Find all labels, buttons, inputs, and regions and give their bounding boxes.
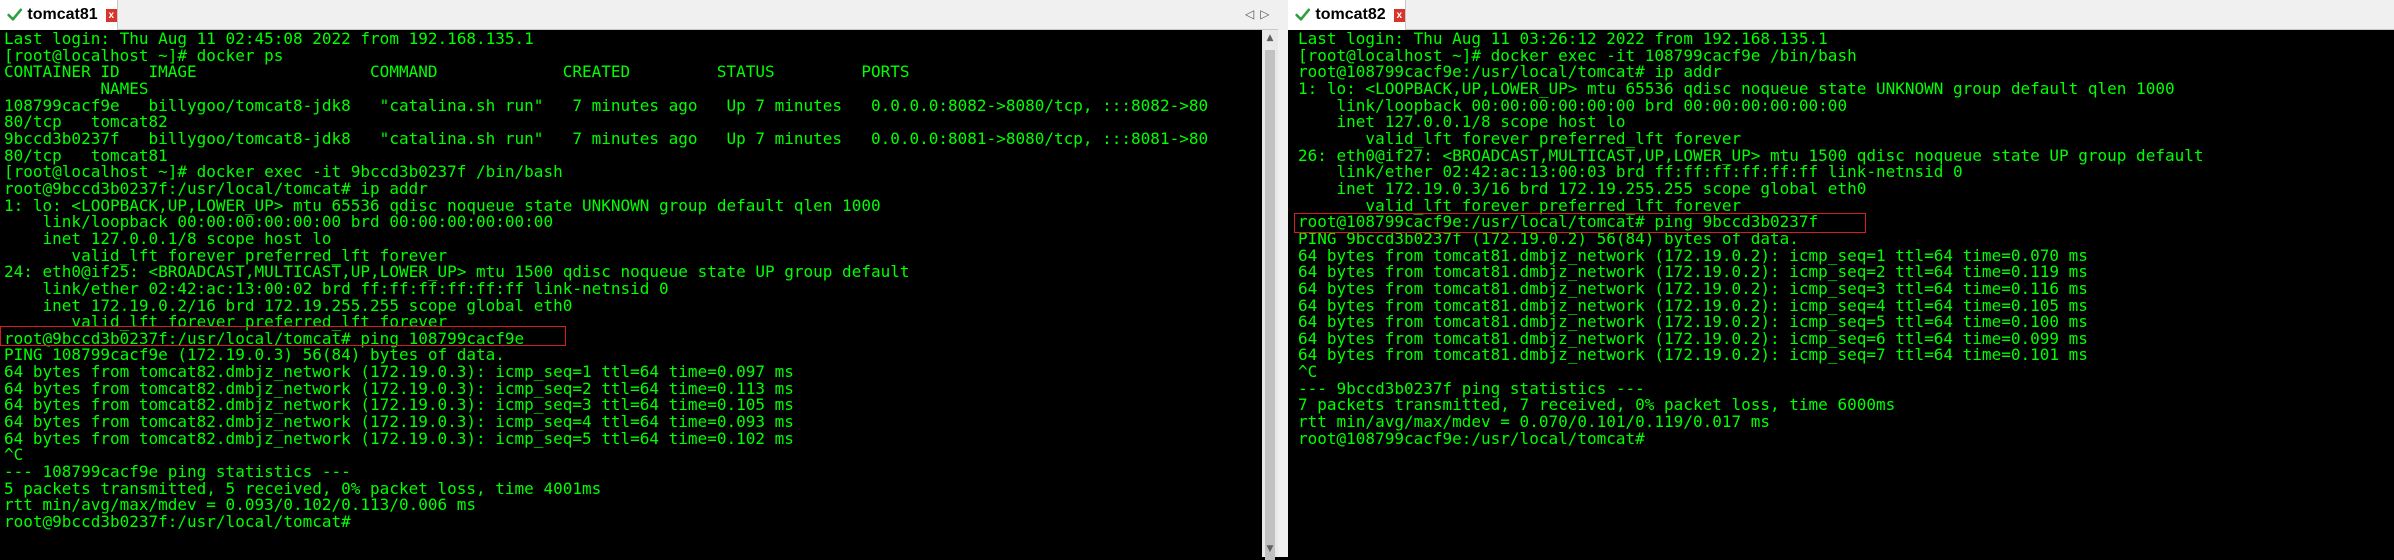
close-icon[interactable]: x	[105, 8, 117, 22]
chevron-right-icon[interactable]: ▷	[1260, 7, 1269, 21]
right-tab-bar: tomcat82 x	[1288, 0, 2394, 30]
terminal-line: root@9bccd3b0237f:/usr/local/tomcat#	[4, 512, 361, 532]
pane-divider[interactable]	[1278, 0, 1288, 557]
checkmark-icon	[1295, 8, 1311, 21]
tab-title: tomcat82	[1315, 6, 1386, 23]
left-tab-bar: tomcat81 x ◁ ▷	[0, 0, 1278, 30]
close-icon[interactable]: x	[1393, 8, 1405, 22]
chevron-left-icon[interactable]: ◁	[1245, 7, 1254, 21]
terminal-line: root@108799cacf9e:/usr/local/tomcat#	[1298, 428, 1655, 448]
scroll-down-icon[interactable]: ▼	[1262, 541, 1278, 557]
tab-tomcat82[interactable]: tomcat82 x	[1288, 0, 1406, 30]
terminal-output: Last login: Thu Aug 11 03:26:12 2022 fro…	[1298, 30, 2203, 448]
highlight-ping-command	[1294, 213, 1866, 233]
terminal-line: link/ether 02:42:ac:13:00:02 brd ff:ff:f…	[4, 278, 669, 298]
scroll-thumb[interactable]	[1265, 50, 1275, 560]
terminal-line: 64 bytes from tomcat81.dmbjz_network (17…	[1298, 278, 2088, 298]
terminal-right[interactable]: Last login: Thu Aug 11 03:26:12 2022 fro…	[1294, 30, 2394, 557]
terminal-line: 64 bytes from tomcat82.dmbjz_network (17…	[4, 428, 794, 448]
terminal-left[interactable]: Last login: Thu Aug 11 02:45:08 2022 fro…	[0, 30, 1262, 557]
tab-title: tomcat81	[27, 6, 98, 23]
highlight-ping-command	[0, 326, 566, 346]
terminal-line: 64 bytes from tomcat81.dmbjz_network (17…	[1298, 345, 2088, 365]
tab-nav-arrows: ◁ ▷	[1245, 7, 1269, 21]
terminal-line: 9bccd3b0237f billygoo/tomcat8-jdk8 "cata…	[4, 128, 1209, 148]
terminal-output: Last login: Thu Aug 11 02:45:08 2022 fro…	[4, 30, 1209, 532]
scrollbar-left[interactable]: ▲ ▼	[1262, 30, 1278, 560]
tab-tomcat81[interactable]: tomcat81 x	[0, 0, 118, 30]
terminal-line: 108799cacf9e billygoo/tomcat8-jdk8 "cata…	[4, 95, 1209, 115]
checkmark-icon	[7, 8, 23, 21]
terminal-line: CONTAINER ID IMAGE COMMAND CREATED STATU…	[4, 62, 910, 82]
scroll-up-icon[interactable]: ▲	[1262, 30, 1278, 46]
